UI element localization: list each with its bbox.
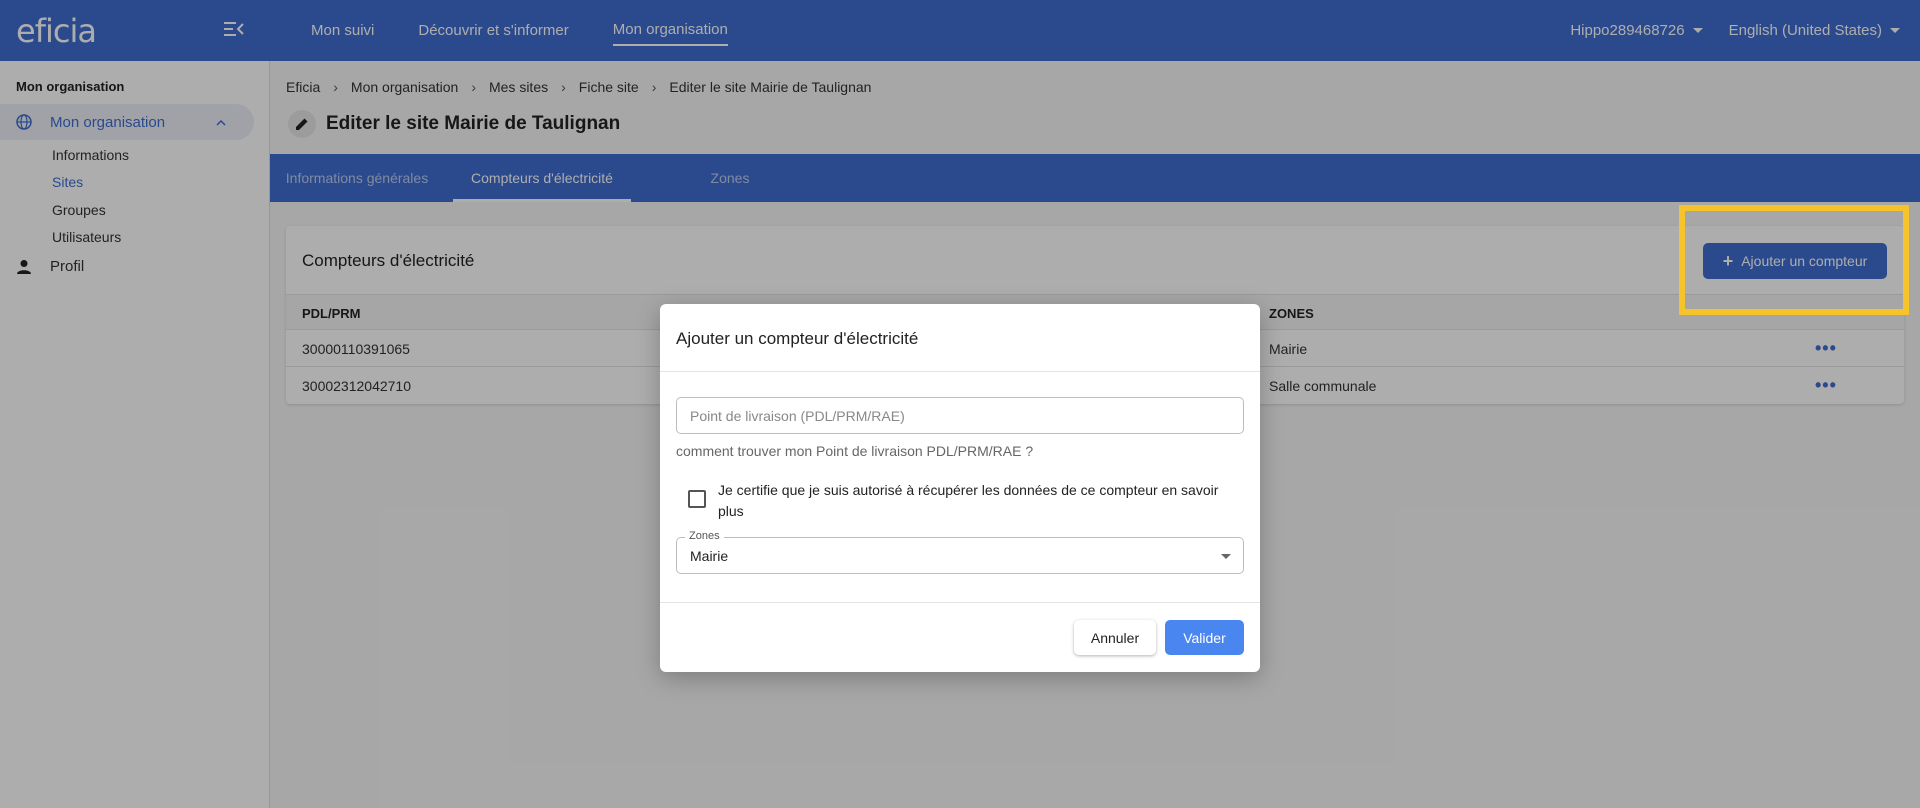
dialog-title: Ajouter un compteur d'électricité [676,329,919,348]
pdl-help-link[interactable]: comment trouver mon Point de livraison P… [676,443,1033,459]
divider [660,602,1260,603]
pdl-input[interactable] [676,397,1244,434]
add-meter-dialog: Ajouter un compteur d'électricité commen… [660,304,1260,672]
certify-label: Je certifie que je suis autorisé à récup… [718,482,1219,519]
zones-selected-value: Mairie [690,548,729,564]
zones-select[interactable]: Zones Mairie [676,530,1244,574]
cancel-button[interactable]: Annuler [1074,620,1156,655]
zones-label: Zones [685,530,724,542]
certify-checkbox[interactable] [688,490,706,508]
highlight-box [1679,205,1909,315]
chevron-down-icon [1221,554,1231,559]
submit-button[interactable]: Valider [1165,620,1244,655]
divider [660,371,1260,372]
